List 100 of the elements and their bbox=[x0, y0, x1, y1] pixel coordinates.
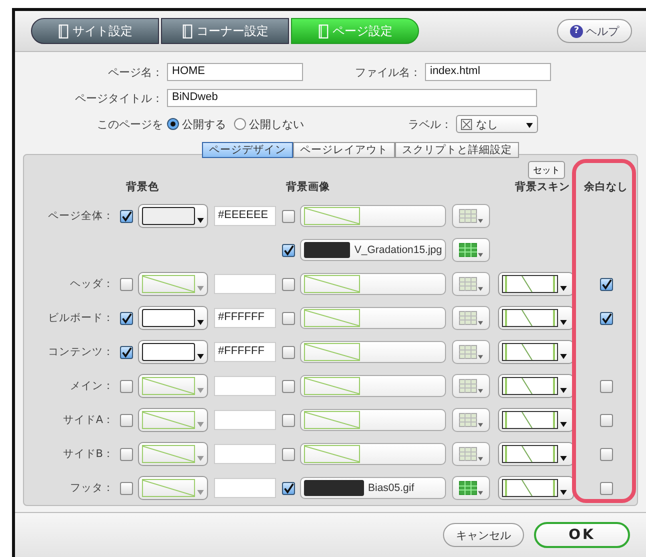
input-field[interactable]: BiNDweb bbox=[167, 89, 537, 107]
skin-dropdown[interactable] bbox=[498, 408, 574, 432]
grid-button[interactable] bbox=[452, 340, 490, 364]
hex-field[interactable] bbox=[214, 274, 276, 294]
help-button[interactable]: ? ヘルプ bbox=[557, 19, 632, 43]
tab[interactable]: コーナー設定 bbox=[161, 18, 289, 44]
checkbox[interactable] bbox=[120, 448, 133, 460]
skin-dropdown[interactable] bbox=[498, 442, 574, 466]
hex-field[interactable] bbox=[214, 410, 276, 430]
crossed-box-icon bbox=[461, 118, 472, 130]
checkbox[interactable] bbox=[120, 278, 133, 290]
grid-button[interactable] bbox=[452, 374, 490, 398]
set-button[interactable]: セット bbox=[528, 161, 565, 179]
hex-field[interactable]: #FFFFFF bbox=[214, 342, 276, 362]
grid-button[interactable] bbox=[452, 272, 490, 296]
checkbox[interactable] bbox=[600, 380, 612, 392]
checkbox[interactable] bbox=[282, 380, 295, 392]
skin-dropdown[interactable] bbox=[498, 476, 574, 500]
input-field[interactable]: index.html bbox=[425, 63, 551, 81]
checkbox[interactable] bbox=[282, 278, 295, 290]
tab[interactable]: ページデザイン bbox=[202, 142, 293, 158]
checkbox[interactable] bbox=[600, 414, 612, 426]
grid-button[interactable] bbox=[452, 476, 490, 500]
grid-button[interactable] bbox=[452, 204, 490, 228]
radio-button[interactable]: 公開する bbox=[167, 116, 226, 132]
caret-icon bbox=[197, 388, 204, 393]
skin-dropdown[interactable] bbox=[498, 306, 574, 330]
image-field[interactable]: V_Gradation15.jpg bbox=[300, 239, 446, 261]
skin-preview-icon bbox=[502, 445, 558, 463]
tab[interactable]: ページレイアウト bbox=[293, 142, 395, 158]
caret-icon bbox=[478, 321, 483, 325]
input-field[interactable]: HOME bbox=[167, 63, 303, 81]
checkbox[interactable] bbox=[282, 448, 295, 460]
hex-field[interactable]: #EEEEEE bbox=[214, 206, 276, 226]
skin-dropdown[interactable] bbox=[498, 340, 574, 364]
caret-icon bbox=[560, 490, 567, 495]
file-name: Bias05.gif bbox=[368, 482, 414, 494]
checkbox[interactable] bbox=[282, 244, 295, 256]
checkbox[interactable] bbox=[282, 482, 295, 494]
checkbox[interactable] bbox=[120, 482, 133, 494]
tab[interactable]: サイト設定 bbox=[31, 18, 159, 44]
caret-icon bbox=[197, 286, 204, 291]
checkbox[interactable] bbox=[120, 312, 133, 324]
checkbox[interactable] bbox=[120, 346, 133, 358]
checkbox[interactable] bbox=[120, 380, 133, 392]
image-field[interactable]: Bias05.gif bbox=[300, 477, 446, 499]
checkbox[interactable] bbox=[120, 414, 133, 426]
caret-icon bbox=[560, 320, 567, 325]
color-dropdown[interactable] bbox=[138, 374, 208, 398]
color-dropdown[interactable] bbox=[138, 272, 208, 296]
color-dropdown[interactable] bbox=[138, 340, 208, 364]
checkbox[interactable] bbox=[120, 210, 133, 222]
grid-button[interactable] bbox=[452, 442, 490, 466]
checkbox[interactable] bbox=[282, 414, 295, 426]
radio-button[interactable]: 公開しない bbox=[234, 116, 304, 132]
column-header: 余白なし bbox=[583, 180, 629, 194]
skin-dropdown[interactable] bbox=[498, 272, 574, 296]
checkbox[interactable] bbox=[600, 448, 612, 460]
caret-icon bbox=[478, 389, 483, 393]
skin-dropdown[interactable] bbox=[498, 374, 574, 398]
no-image-icon bbox=[304, 275, 360, 293]
notebook-icon bbox=[58, 24, 68, 38]
checkbox[interactable] bbox=[282, 346, 295, 358]
image-field[interactable] bbox=[300, 205, 446, 227]
image-field[interactable] bbox=[300, 307, 446, 329]
hex-field[interactable] bbox=[214, 376, 276, 396]
skin-preview-icon bbox=[502, 343, 558, 361]
image-field[interactable] bbox=[300, 375, 446, 397]
hex-field[interactable]: #FFFFFF bbox=[214, 308, 276, 328]
color-dropdown[interactable] bbox=[138, 306, 208, 330]
checkbox[interactable] bbox=[282, 312, 295, 324]
row-label: サイドA： bbox=[62, 413, 115, 427]
color-dropdown[interactable] bbox=[138, 476, 208, 500]
cancel-button[interactable]: キャンセル bbox=[443, 523, 524, 547]
no-image-icon bbox=[304, 343, 360, 361]
checkbox[interactable] bbox=[600, 482, 612, 494]
tab[interactable]: スクリプトと詳細設定 bbox=[395, 142, 519, 158]
image-field[interactable] bbox=[300, 443, 446, 465]
hex-field[interactable] bbox=[214, 478, 276, 498]
color-dropdown[interactable] bbox=[138, 442, 208, 466]
color-dropdown[interactable] bbox=[138, 204, 208, 228]
hex-field[interactable] bbox=[214, 444, 276, 464]
color-dropdown[interactable] bbox=[138, 408, 208, 432]
grid-button[interactable] bbox=[452, 238, 490, 262]
checkbox[interactable] bbox=[600, 278, 612, 290]
no-color-icon bbox=[142, 445, 195, 463]
caret-icon bbox=[478, 355, 483, 359]
grid-button[interactable] bbox=[452, 306, 490, 330]
ok-button[interactable]: OK bbox=[534, 522, 630, 548]
grid-button[interactable] bbox=[452, 408, 490, 432]
image-field[interactable] bbox=[300, 341, 446, 363]
checkbox[interactable] bbox=[282, 210, 295, 222]
image-field[interactable] bbox=[300, 409, 446, 431]
checkbox[interactable] bbox=[600, 312, 612, 324]
image-field[interactable] bbox=[300, 273, 446, 295]
label-dropdown[interactable]: なし bbox=[456, 115, 538, 133]
skin-preview-icon bbox=[502, 377, 558, 395]
no-color-icon bbox=[142, 479, 195, 497]
grid-icon bbox=[459, 379, 477, 393]
caret-icon bbox=[526, 123, 533, 128]
